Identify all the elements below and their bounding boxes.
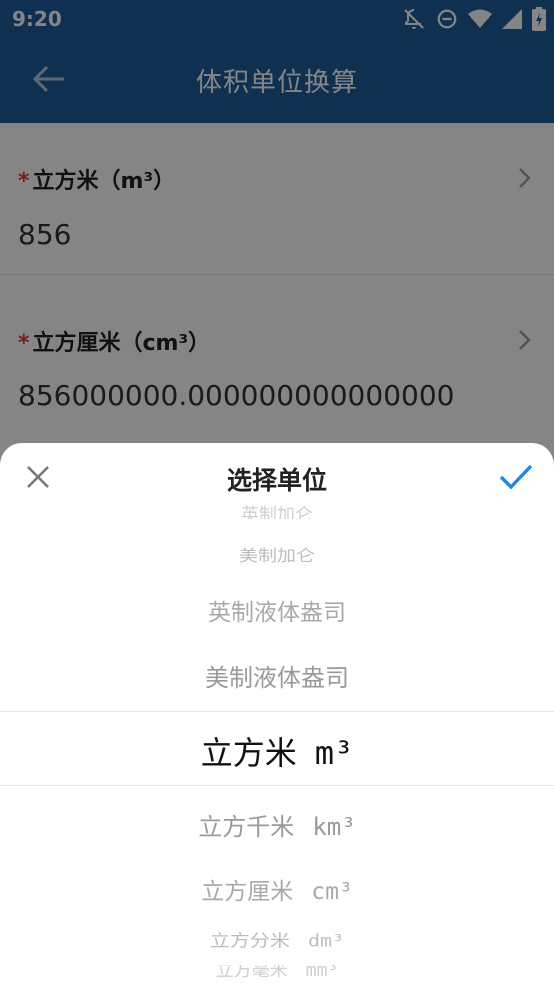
picker-item[interactable]: 立方毫米 mm³ — [0, 965, 554, 979]
picker-item[interactable]: 立方分米 dm³ — [0, 927, 554, 952]
picker-item[interactable]: 立方千米 km³ — [0, 807, 554, 842]
picker-item[interactable]: 英制加仑 — [0, 503, 554, 519]
picker-item[interactable]: 美制液体盎司 — [0, 658, 554, 693]
selection-divider-top — [0, 711, 554, 712]
picker-item-selected[interactable]: 立方米 m³ — [0, 728, 554, 774]
selection-divider-bottom — [0, 785, 554, 786]
screen: 9:20 体积单位换算 * 立方米（m³） 856 * 立方厘米（cm³） 85… — [0, 0, 554, 985]
check-icon — [499, 463, 533, 495]
picker-item[interactable]: 美制加仑 — [0, 543, 554, 566]
unit-picker-sheet: 选择单位 英制加仑 美制加仑 英制液体盎司 美制液体盎司 立方米 m³ 立方千米 k… — [0, 443, 554, 985]
picker-item[interactable]: 立方厘米 cm³ — [0, 872, 554, 906]
unit-picker-wheel[interactable]: 英制加仑 美制加仑 英制液体盎司 美制液体盎司 立方米 m³ 立方千米 km³ 立方… — [0, 505, 554, 985]
picker-item[interactable]: 英制液体盎司 — [0, 593, 554, 627]
sheet-title: 选择单位 — [226, 466, 327, 495]
confirm-button[interactable] — [494, 457, 538, 501]
